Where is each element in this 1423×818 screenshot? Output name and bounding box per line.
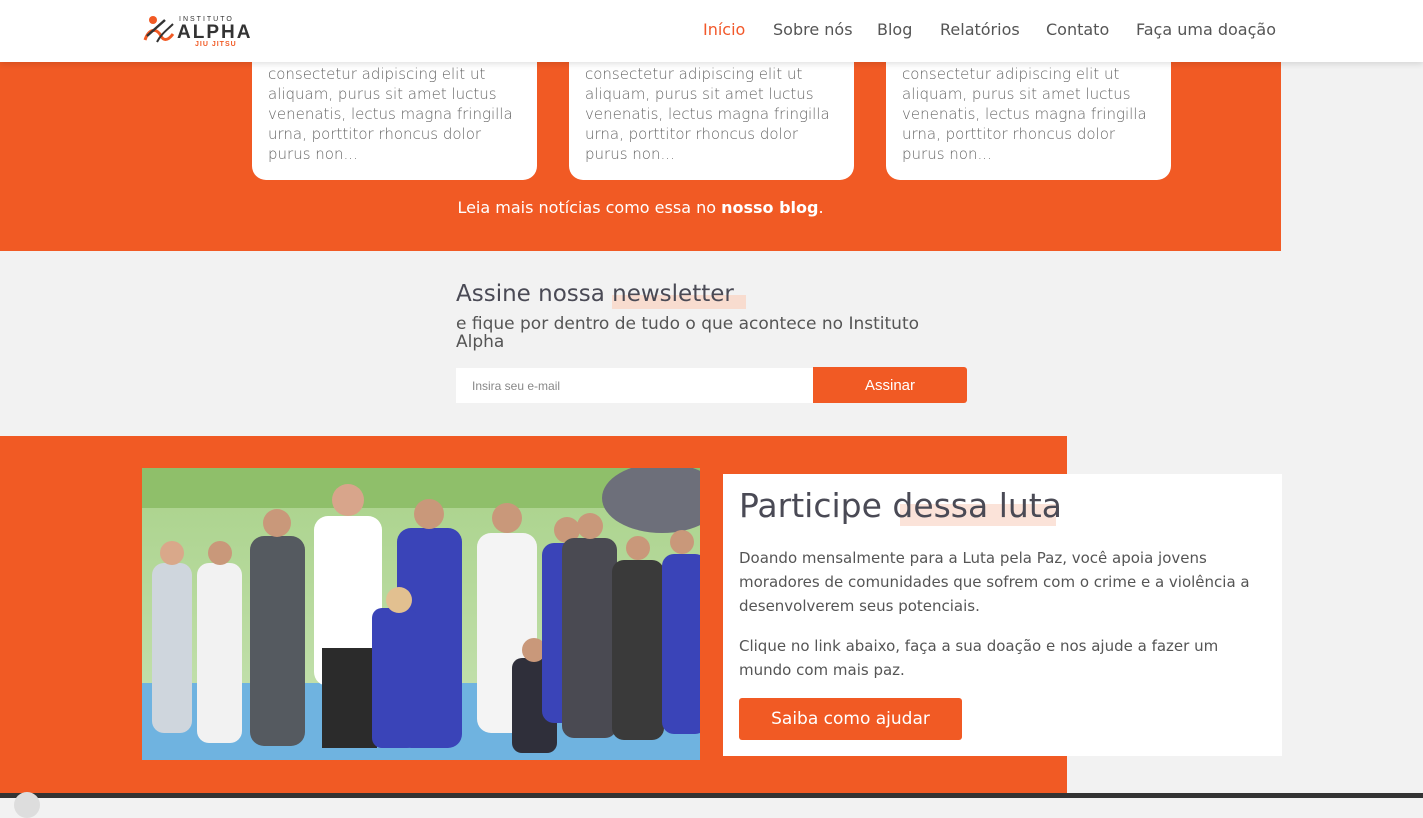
blog-card-excerpt: consectetur adipiscing elit ut aliquam, … bbox=[585, 65, 830, 163]
blog-card-excerpt: consectetur adipiscing elit ut aliquam, … bbox=[902, 65, 1147, 163]
subscribe-button[interactable]: Assinar bbox=[813, 367, 967, 403]
participe-title: Participe dessa luta bbox=[739, 486, 1062, 525]
nav-sobre-nos[interactable]: Sobre nós bbox=[773, 20, 853, 39]
participe-paragraph-1: Doando mensalmente para a Luta pela Paz,… bbox=[739, 549, 1250, 615]
logo-icon: INSTITUTO ALPHA JIU JITSU bbox=[143, 16, 252, 48]
logo[interactable]: INSTITUTO ALPHA JIU JITSU bbox=[143, 12, 268, 48]
nav-relatorios[interactable]: Relatórios bbox=[940, 20, 1020, 39]
email-input[interactable]: Insira seu e-mail bbox=[456, 368, 813, 403]
team-photo bbox=[142, 468, 700, 760]
email-input-placeholder: Insira seu e-mail bbox=[472, 378, 561, 393]
nav-faca-uma-doacao[interactable]: Faça uma doação bbox=[1136, 20, 1276, 39]
svg-text:JIU JITSU: JIU JITSU bbox=[195, 41, 237, 48]
team-photo-image bbox=[142, 468, 700, 760]
newsletter-subtitle: e fique por dentro de tudo o que acontec… bbox=[456, 314, 920, 352]
blog-more-prefix: Leia mais notícias como essa no bbox=[457, 198, 722, 217]
blog-link[interactable]: nosso blog bbox=[721, 198, 818, 217]
blog-more-suffix: . bbox=[818, 198, 824, 217]
svg-text:ALPHA: ALPHA bbox=[177, 22, 252, 43]
blog-card[interactable]: consectetur adipiscing elit ut aliquam, … bbox=[886, 62, 1171, 180]
blog-section: consectetur adipiscing elit ut aliquam, … bbox=[0, 62, 1281, 251]
participe-paragraph-2: Clique no link abaixo, faça a sua doação… bbox=[739, 637, 1219, 679]
blog-card[interactable]: consectetur adipiscing elit ut aliquam, … bbox=[252, 62, 537, 180]
bottom-bar bbox=[0, 793, 1423, 798]
nav-inicio[interactable]: Início bbox=[703, 20, 745, 39]
nav-blog[interactable]: Blog bbox=[877, 20, 912, 39]
saiba-como-ajudar-button[interactable]: Saiba como ajudar bbox=[739, 698, 962, 740]
nav-contato[interactable]: Contato bbox=[1046, 20, 1109, 39]
site-header: INSTITUTO ALPHA JIU JITSU Início Sobre n… bbox=[0, 0, 1423, 62]
blog-more-text: Leia mais notícias como essa no nosso bl… bbox=[0, 198, 1281, 217]
blog-card-excerpt: consectetur adipiscing elit ut aliquam, … bbox=[268, 65, 513, 163]
newsletter-title: Assine nossa newsletter bbox=[456, 281, 734, 307]
blog-card[interactable]: consectetur adipiscing elit ut aliquam, … bbox=[569, 62, 854, 180]
scroll-top-circle[interactable] bbox=[14, 792, 40, 818]
